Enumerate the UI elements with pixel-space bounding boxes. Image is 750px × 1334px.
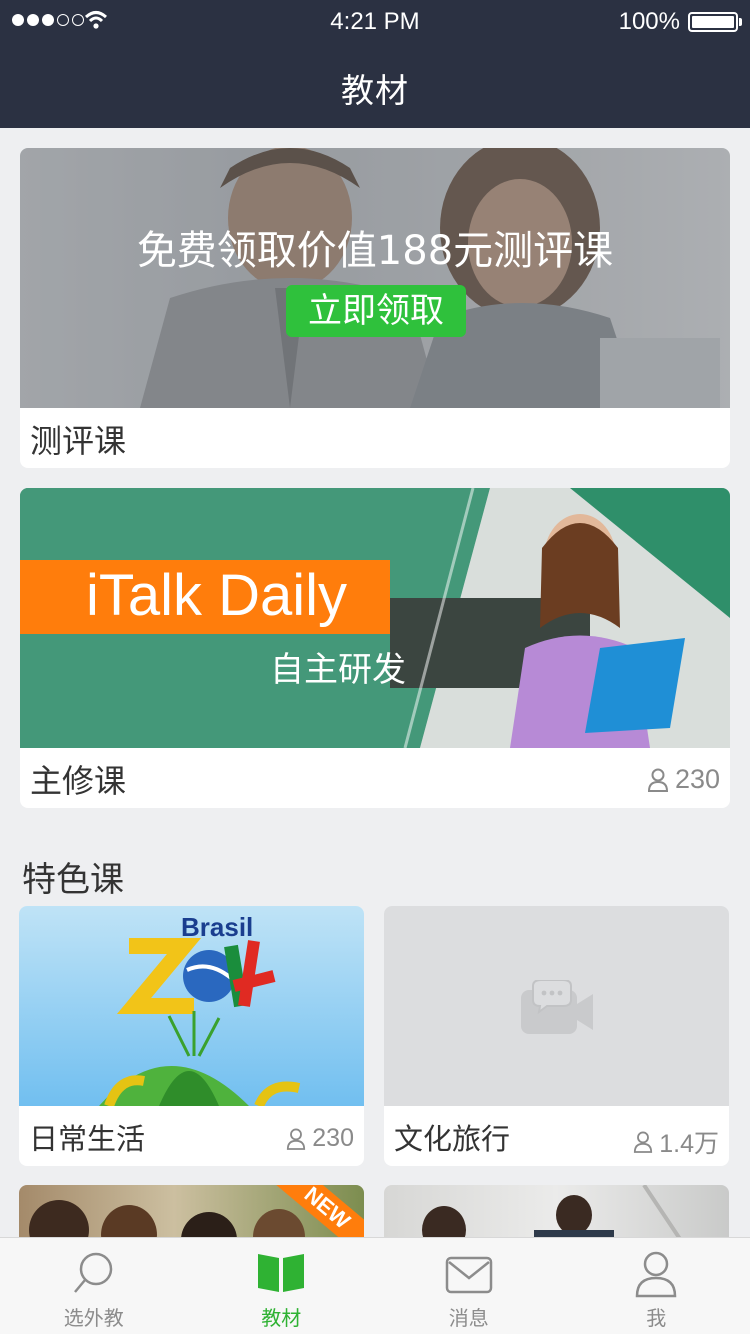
person-icon [635,1251,677,1298]
section-title-featured: 特色课 [22,860,124,900]
featured-course-card-partial[interactable]: NEW [19,1185,364,1245]
main-course-card[interactable]: iTalk Daily 自主研发 主修课 230 [20,488,730,808]
featured-course-card-partial[interactable] [384,1185,729,1245]
course-title: 日常生活 [29,1122,146,1156]
tab-me[interactable]: 我 [563,1238,750,1334]
image-caption: Brasil [181,912,254,942]
page-title: 教材 [341,71,409,110]
promo-headline: 免费领取价值188元测评课 [136,228,614,274]
tab-label: 消息 [448,1306,489,1330]
learner-count: 230 [647,764,720,795]
card-footer: 主修课 230 [20,748,730,808]
claim-now-button[interactable]: 立即领取 [286,285,466,337]
tab-label: 选外教 [63,1306,124,1330]
video-chat-icon [521,980,593,1034]
battery-icon [688,12,742,32]
person-icon [634,1131,653,1153]
tab-textbook[interactable]: 教材 [188,1238,376,1334]
banner-title: iTalk Daily [86,563,348,628]
header-bar: 4:21 PM 100% 教材 [0,0,750,128]
learner-count-value: 230 [674,764,720,794]
office-photo-illustration [422,1185,686,1245]
learner-count: 1.4万 [633,1124,719,1160]
tab-label: 教材 [261,1306,302,1330]
card-title: 主修课 [30,762,127,800]
assessment-banner-image[interactable]: 免费领取价值188元测评课 立即领取 [20,148,730,408]
banner-subtitle: 自主研发 [270,650,406,690]
banner-overlay [20,148,730,408]
search-icon [73,1252,112,1293]
main-course-banner-image[interactable]: iTalk Daily 自主研发 [20,488,730,748]
learner-count-value: 230 [312,1124,354,1152]
course-title: 文化旅行 [394,1122,511,1156]
tab-find-teacher[interactable]: 选外教 [0,1238,188,1334]
card-footer: 测评课 [20,408,730,468]
assessment-course-card[interactable]: 免费领取价值188元测评课 立即领取 测评课 [20,148,730,468]
mail-icon [445,1256,492,1294]
person-icon [287,1128,306,1150]
book-icon [258,1254,305,1292]
featured-course-card[interactable]: 文化旅行 1.4万 [384,906,729,1166]
learner-count-value: 1.4万 [659,1130,719,1158]
tab-messages[interactable]: 消息 [375,1238,563,1334]
learner-count: 230 [286,1124,354,1153]
card-title: 测评课 [30,422,127,460]
bottom-tab-bar: 选外教 教材 消息 我 [0,1237,750,1334]
battery-percent: 100% [618,8,680,35]
person-icon [647,768,668,792]
card-footer: 文化旅行 1.4万 [384,1106,729,1166]
status-bar: 4:21 PM 100% [0,0,750,42]
tab-label: 我 [646,1306,667,1330]
course-cover-image[interactable]: Brasil [19,906,364,1106]
course-cover-placeholder[interactable] [384,906,729,1106]
featured-course-card[interactable]: Brasil 日常生活 230 [19,906,364,1166]
card-footer: 日常生活 230 [19,1106,364,1166]
